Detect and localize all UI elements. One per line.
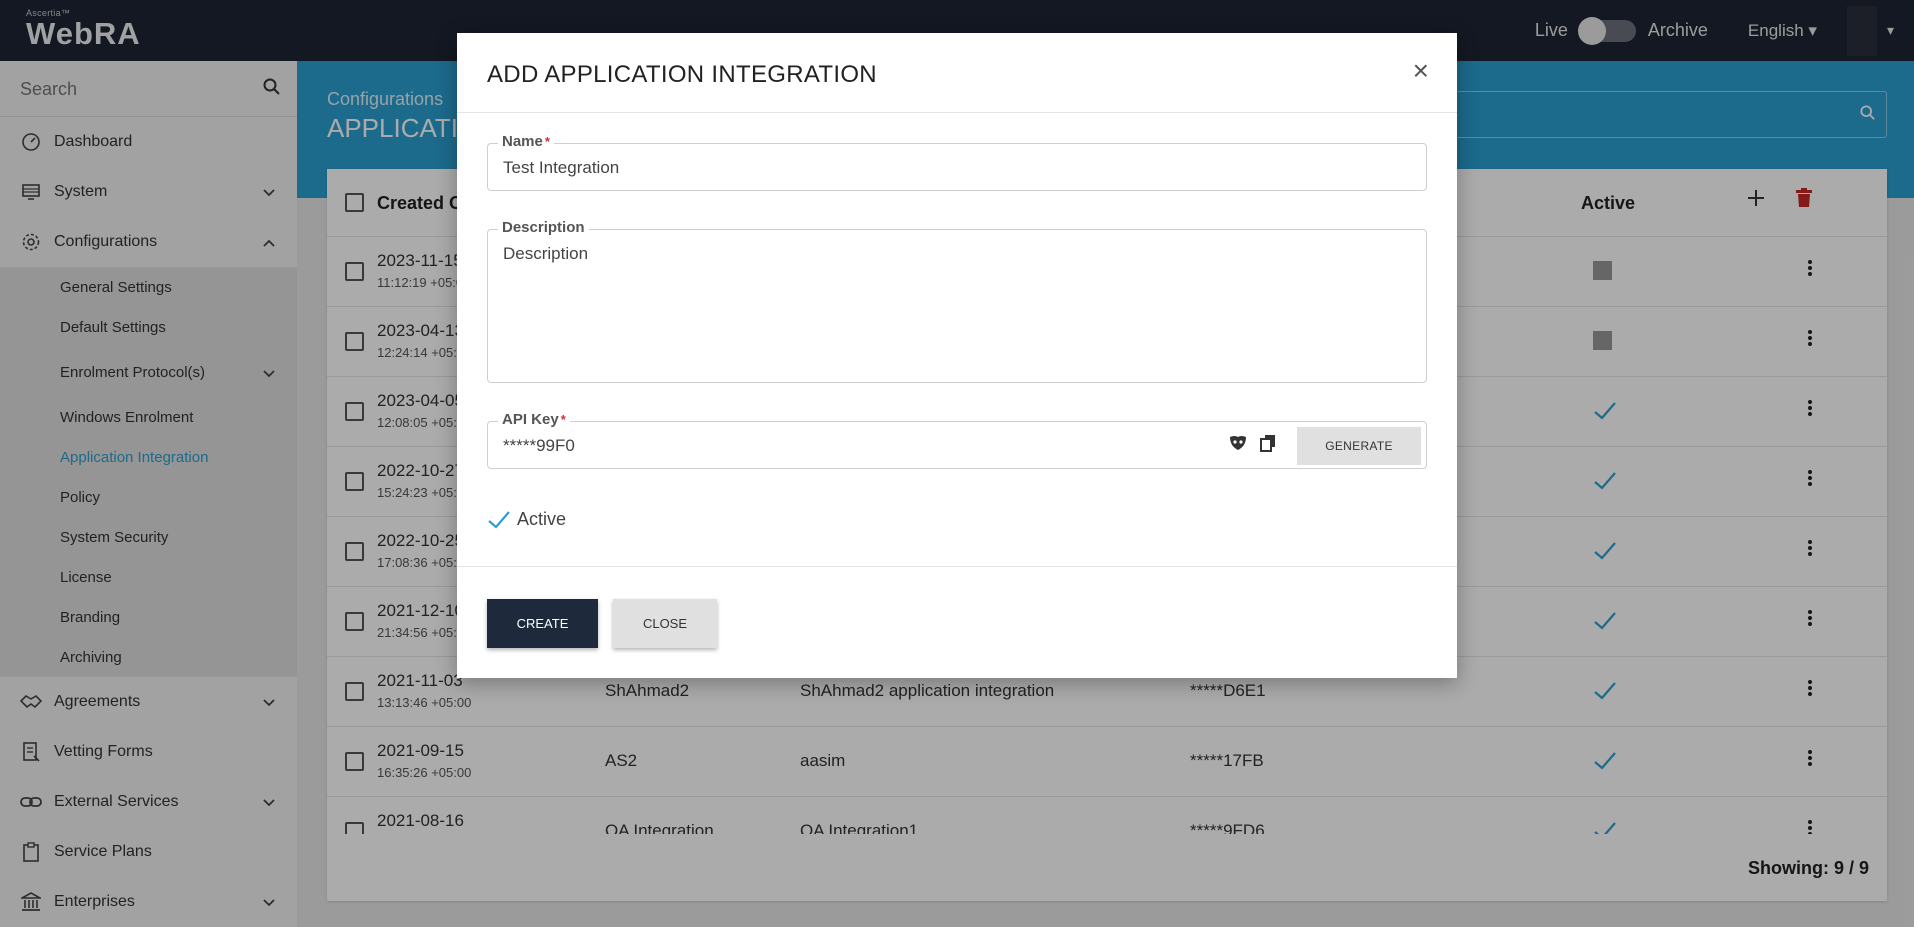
active-label: Active xyxy=(517,509,567,529)
check-icon xyxy=(488,510,510,529)
description-value[interactable]: Description xyxy=(503,244,588,264)
mask-icon[interactable] xyxy=(1228,434,1248,457)
active-checkbox[interactable]: Active xyxy=(487,509,566,530)
add-application-integration-dialog: ADD APPLICATION INTEGRATION × Name * Test… xyxy=(457,33,1457,678)
close-button[interactable]: CLOSE xyxy=(613,599,717,648)
description-label: Description xyxy=(498,219,589,236)
api-key-label: API Key * xyxy=(498,411,570,428)
api-key-field[interactable]: API Key * *****99F0 GENERATE xyxy=(487,411,1427,469)
name-value[interactable]: Test Integration xyxy=(503,158,619,178)
create-button[interactable]: CREATE xyxy=(487,599,598,648)
description-field[interactable]: Description Description xyxy=(487,219,1427,383)
close-icon[interactable]: × xyxy=(1413,57,1429,85)
name-field[interactable]: Name * Test Integration xyxy=(487,133,1427,191)
required-mark: * xyxy=(544,134,550,149)
name-label: Name * xyxy=(498,133,554,150)
modal-header: ADD APPLICATION INTEGRATION × xyxy=(457,33,1457,113)
api-key-value[interactable]: *****99F0 xyxy=(503,436,575,456)
modal-divider xyxy=(457,566,1457,567)
required-mark: * xyxy=(560,412,566,427)
generate-button[interactable]: GENERATE xyxy=(1297,427,1421,465)
copy-icon[interactable] xyxy=(1260,434,1276,457)
modal-title: ADD APPLICATION INTEGRATION xyxy=(487,61,877,88)
